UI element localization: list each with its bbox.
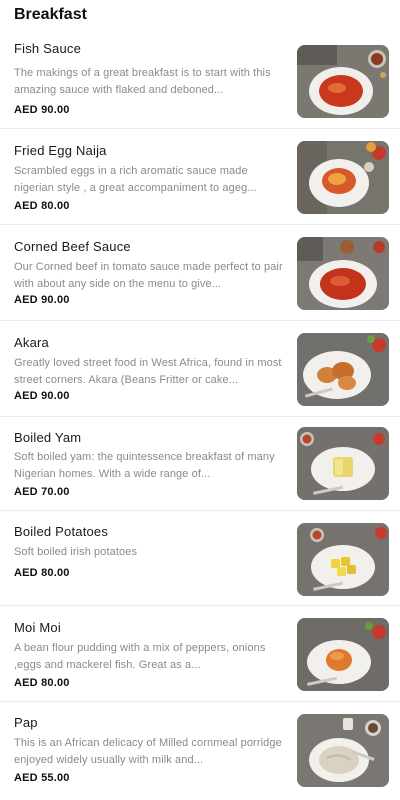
- item-name: Pap: [14, 715, 38, 730]
- menu-item-akara[interactable]: Akara Greatly loved street food in West …: [0, 321, 400, 417]
- fried-egg-dish-image[interactable]: [297, 141, 389, 214]
- item-description: This is an African delicacy of Milled co…: [14, 737, 282, 766]
- item-name: Boiled Potatoes: [14, 524, 109, 539]
- item-name: Boiled Yam: [14, 430, 82, 445]
- boiled-yam-dish-image[interactable]: [297, 427, 389, 500]
- item-price: AED 70.00: [14, 486, 70, 498]
- section-title: Breakfast: [14, 6, 87, 23]
- item-name: Moi Moi: [14, 620, 61, 635]
- item-price: AED 80.00: [14, 567, 70, 579]
- item-name: Fried Egg Naija: [14, 143, 107, 158]
- menu-item-boiled-potatoes[interactable]: Boiled Potatoes Soft boiled irish potato…: [0, 511, 400, 606]
- item-price: AED 90.00: [14, 390, 70, 402]
- menu-item-corned-beef-sauce[interactable]: Corned Beef Sauce Our Corned beef in tom…: [0, 225, 400, 321]
- item-price: AED 90.00: [14, 104, 70, 116]
- menu-item-fried-egg-naija[interactable]: Fried Egg Naija Scrambled eggs in a rich…: [0, 129, 400, 225]
- item-price: AED 80.00: [14, 677, 70, 689]
- fish-sauce-dish-image[interactable]: [297, 45, 389, 118]
- item-name: Corned Beef Sauce: [14, 239, 131, 254]
- menu-item-boiled-yam[interactable]: Boiled Yam Soft boiled yam: the quintess…: [0, 417, 400, 511]
- akara-dish-image[interactable]: [297, 333, 389, 406]
- pap-dish-image[interactable]: [297, 714, 389, 787]
- menu-page: Breakfast Fish Sauce The makings of a gr…: [0, 0, 400, 800]
- item-description: Soft boiled irish potatoes: [14, 546, 138, 558]
- item-name: Akara: [14, 335, 49, 350]
- moi-moi-dish-image[interactable]: [297, 618, 389, 691]
- item-price: AED 55.00: [14, 772, 70, 784]
- item-description: Our Corned beef in tomato sauce made per…: [14, 261, 283, 290]
- item-name: Fish Sauce: [14, 41, 82, 56]
- item-description: Soft boiled yam: the quintessence breakf…: [14, 451, 275, 480]
- item-description: Scrambled eggs in a rich aromatic sauce …: [14, 165, 257, 194]
- menu-item-fish-sauce[interactable]: Fish Sauce The makings of a great breakf…: [0, 33, 400, 129]
- item-price: AED 80.00: [14, 200, 70, 212]
- boiled-potatoes-dish-image[interactable]: [297, 523, 389, 596]
- corned-beef-dish-image[interactable]: [297, 237, 389, 310]
- item-price: AED 90.00: [14, 294, 70, 306]
- item-description: A bean flour pudding with a mix of peppe…: [14, 642, 266, 671]
- menu-item-pap[interactable]: Pap This is an African delicacy of Mille…: [0, 702, 400, 800]
- item-description: Greatly loved street food in West Africa…: [14, 357, 282, 386]
- menu-item-moi-moi[interactable]: Moi Moi A bean flour pudding with a mix …: [0, 606, 400, 702]
- item-description: The makings of a great breakfast is to s…: [14, 67, 271, 96]
